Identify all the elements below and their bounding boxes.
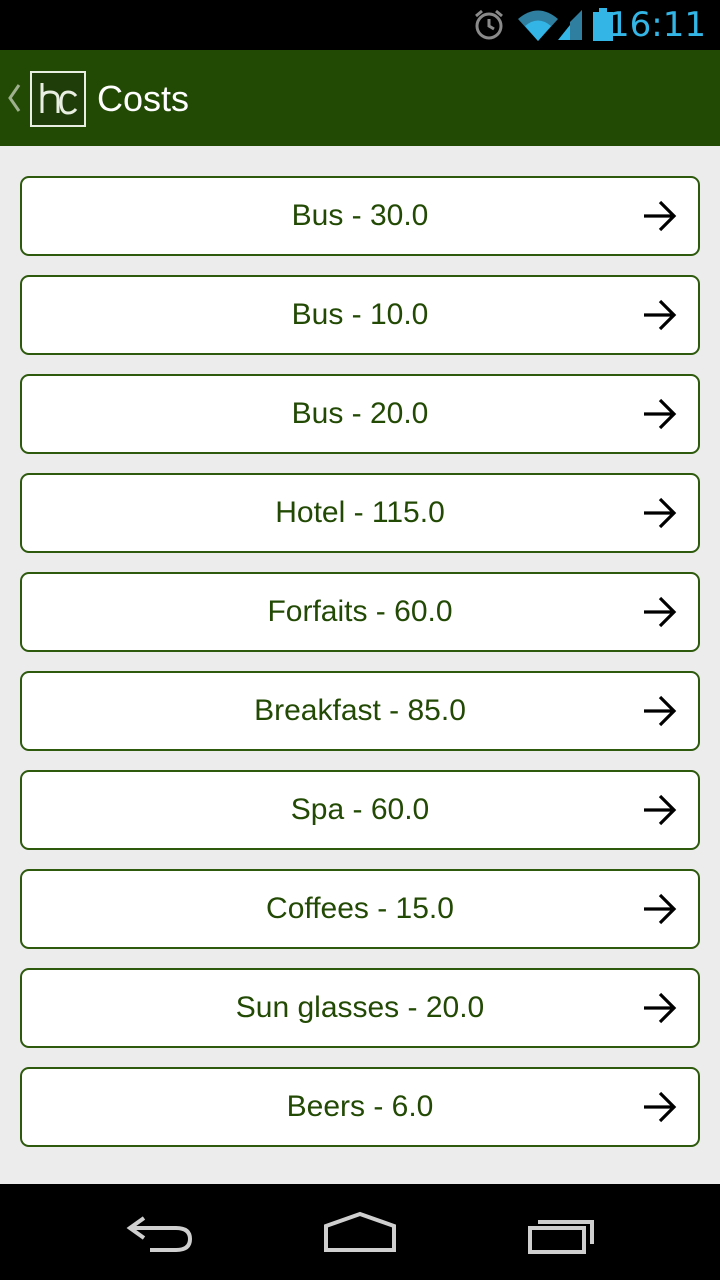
cost-list-item[interactable]: Bus - 10.0 xyxy=(20,275,700,355)
cost-item-label: Coffees - 15.0 xyxy=(266,892,454,925)
arrow-right-icon xyxy=(644,596,677,628)
cost-list-item[interactable]: Spa - 60.0 xyxy=(20,770,700,850)
chevron-left-icon[interactable] xyxy=(6,83,22,113)
arrow-right-icon xyxy=(644,695,677,727)
arrow-right-icon xyxy=(644,497,677,529)
cost-list-item[interactable]: Hotel - 115.0 xyxy=(20,473,700,553)
cost-item-label: Sun glasses - 20.0 xyxy=(235,991,485,1024)
cost-item-label: Hotel - 115.0 xyxy=(275,496,445,529)
alarm-icon xyxy=(475,9,503,40)
recent-apps-icon[interactable] xyxy=(526,1206,598,1258)
arrow-right-icon xyxy=(644,398,677,430)
cost-list-item[interactable]: Forfaits - 60.0 xyxy=(20,572,700,652)
back-icon[interactable] xyxy=(124,1206,196,1258)
cost-list-item[interactable]: Bus - 20.0 xyxy=(20,374,700,454)
cost-item-label: Spa - 60.0 xyxy=(290,793,430,826)
wifi-icon xyxy=(518,10,558,41)
app-logo[interactable] xyxy=(30,71,86,127)
status-bar: 16:11 xyxy=(0,0,720,50)
cost-item-label: Beers - 6.0 xyxy=(286,1090,434,1123)
cost-list-item[interactable]: Sun glasses - 20.0 xyxy=(20,968,700,1048)
cost-item-label: Forfaits - 60.0 xyxy=(267,595,453,628)
arrow-right-icon xyxy=(644,299,677,331)
arrow-right-icon xyxy=(644,794,677,826)
status-time: 16:11 xyxy=(608,5,706,45)
cost-list: Bus - 30.0 Bus - 10.0 Bus - 20.0 Hotel -… xyxy=(20,176,700,1166)
cost-list-item[interactable]: Beers - 6.0 xyxy=(20,1067,700,1147)
navigation-bar xyxy=(0,1184,720,1280)
cost-list-item[interactable]: Breakfast - 85.0 xyxy=(20,671,700,751)
cost-list-item[interactable]: Bus - 30.0 xyxy=(20,176,700,256)
arrow-right-icon xyxy=(644,992,677,1024)
arrow-right-icon xyxy=(644,200,677,232)
home-icon[interactable] xyxy=(322,1206,398,1258)
arrow-right-icon xyxy=(644,893,677,925)
arrow-right-icon xyxy=(644,1091,677,1123)
action-bar: Costs xyxy=(0,50,720,146)
cost-list-item[interactable]: Coffees - 15.0 xyxy=(20,869,700,949)
cost-item-label: Bus - 30.0 xyxy=(291,199,429,232)
page-title: Costs xyxy=(97,78,190,119)
signal-icon xyxy=(558,10,582,40)
cost-item-label: Bus - 20.0 xyxy=(291,397,429,430)
cost-item-label: Breakfast - 85.0 xyxy=(254,694,466,727)
cost-item-label: Bus - 10.0 xyxy=(291,298,429,331)
